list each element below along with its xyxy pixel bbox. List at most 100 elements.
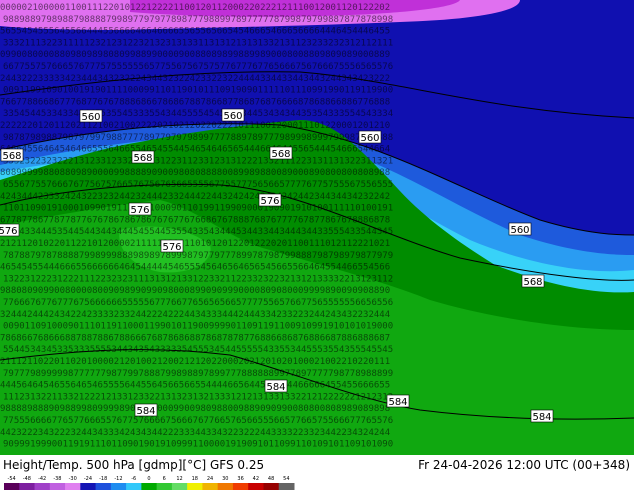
colorbar-tick: -54 <box>8 476 16 483</box>
colorbar-swatch <box>126 483 142 490</box>
contour-label: 576 <box>129 203 151 216</box>
grid-value-row: 7755566667765776665576775766667566676776… <box>3 416 393 426</box>
grid-value-row: 2121120102201122101200002111110212110101… <box>0 239 390 249</box>
temperature-colorbar <box>0 483 300 490</box>
colorbar-swatch <box>4 483 20 490</box>
colorbar-tick: -48 <box>23 476 31 483</box>
contour-label-text: 584 <box>388 397 407 408</box>
contour-label: 560 <box>359 131 381 144</box>
grid-value-row: 5544534345335333555534434354333335455534… <box>3 345 393 355</box>
colorbar-swatch <box>187 483 203 490</box>
grid-value-row: 2111211022011020100002120100212002121202… <box>0 357 390 367</box>
grid-value-row: 9878798988798797997988777789779797989977… <box>3 133 393 143</box>
contour-label: 568 <box>270 147 292 160</box>
colorbar-tick: -18 <box>99 476 107 483</box>
grid-value-texture: 0000021000001100111220101221222211001201… <box>0 3 393 450</box>
colorbar-swatch <box>157 483 173 490</box>
contour-label: 568 <box>522 275 544 288</box>
grid-value-row: 9880809099008000080090989909909800089909… <box>0 286 390 296</box>
grid-value-row: 7766676776777675666666555556777667765656… <box>3 298 393 308</box>
grid-value-row: 6556775576667677567576657675676566555567… <box>3 180 393 190</box>
grid-value-row: 0990080000880980989808099889900009008808… <box>0 50 390 60</box>
colorbar-tick: 42 <box>253 476 259 483</box>
contour-label-text: 584 <box>532 412 551 423</box>
grid-value-row: 3354544533433444455355453335543445555454… <box>3 109 393 119</box>
grid-value-row: 0000021000001100111220101221222211001201… <box>0 3 390 13</box>
grid-value-row: 2222220120112021121002100222202102120220… <box>0 121 390 131</box>
colorbar-swatch <box>19 483 35 490</box>
contour-label: 584 <box>387 395 409 408</box>
colorbar-swatch <box>279 483 295 490</box>
grid-value-row: 4445646454655646546555564455645665665544… <box>0 381 390 391</box>
grid-value-row: 5655454555645566444556666466466665565565… <box>0 27 390 37</box>
contour-label-text: 584 <box>136 406 155 417</box>
contour-label: 560 <box>80 110 102 123</box>
colorbar-tick: 30 <box>222 476 228 483</box>
contour-label-text: 560 <box>510 225 529 236</box>
contour-label-text: 560 <box>360 133 379 144</box>
contour-label-text: 576 <box>130 205 149 216</box>
grid-value-row: 4654545544466655666666464544444546555456… <box>0 263 390 273</box>
contour-label-text: 568 <box>133 153 152 164</box>
grid-value-row: 3244424442434224233332332442224222443433… <box>0 310 390 320</box>
grid-value-row: 7868667686668878878867886667687868688786… <box>0 333 390 343</box>
colorbar-swatch <box>65 483 81 490</box>
grid-value-row: 7977798999998777777987799788879989889789… <box>3 369 393 379</box>
valid-time: Fr 24-04-2026 12:00 UTC (00+348) <box>418 458 630 472</box>
contour-label-text: 568 <box>2 151 21 162</box>
grid-value-row: 3444334445354454434434445455445355433543… <box>3 227 393 237</box>
temperature-map: 0000021000001100111220101221222211001201… <box>0 0 634 455</box>
contour-label: 568 <box>1 149 23 162</box>
contour-label: 560 <box>222 109 244 122</box>
colorbar-tick: 18 <box>192 476 198 483</box>
colorbar-swatch <box>96 483 112 490</box>
grid-value-row: 0091199109010019190111100099110119010111… <box>3 86 393 96</box>
grid-value-row: 3332111322311111232123122321323131331131… <box>3 38 393 48</box>
contour-label-text: 584 <box>266 382 285 393</box>
colorbar-swatch <box>111 483 127 490</box>
contour-label: 568 <box>132 151 154 164</box>
contour-label-text: 560 <box>223 111 242 122</box>
contour-label-text: 576 <box>260 196 279 207</box>
grid-value-row: 1322312223122211122323231113131213312233… <box>3 274 393 284</box>
colorbar-swatch <box>263 483 279 490</box>
grid-value-row: 9888898889098899809999890809900099009809… <box>0 404 390 414</box>
colorbar-swatch <box>218 483 234 490</box>
colorbar-tick: -38 <box>53 476 61 483</box>
contour-label-text: 560 <box>81 112 100 123</box>
contour-label-text: 568 <box>271 149 290 160</box>
colorbar-tick: 48 <box>268 476 274 483</box>
product-title: Height/Temp. 500 hPa [gdmp][°C] GFS 0.25 <box>3 458 264 472</box>
contour-label: 584 <box>531 410 553 423</box>
grid-value-row: 6466455646454646655564665546545544546546… <box>0 145 390 155</box>
colorbar-swatch <box>35 483 51 490</box>
contour-label: 560 <box>509 223 531 236</box>
contour-label: 576 <box>259 194 281 207</box>
grid-value-row: 6677557576665767775755555565775567567575… <box>3 62 393 72</box>
contour-label: 576 <box>0 224 19 237</box>
colorbar-tick: 36 <box>237 476 243 483</box>
colorbar-swatch <box>202 483 218 490</box>
colorbar-swatch <box>80 483 96 490</box>
grid-value-row: 4243444233324243223232442324442332444224… <box>0 192 390 202</box>
contour-label: 584 <box>135 404 157 417</box>
grid-value-row: 1101109019100010990191119901000901101991… <box>3 204 393 214</box>
contour-label-text: 576 <box>162 242 181 253</box>
colorbar-tick: 0 <box>147 476 150 483</box>
grid-value-row: 9889889798988798888799897797977898777988… <box>3 15 393 25</box>
colorbar-tick: -12 <box>114 476 122 483</box>
contour-label: 584 <box>265 380 287 393</box>
colorbar-swatch <box>233 483 249 490</box>
grid-value-row: 7667788668677768776767888686678686788786… <box>0 97 390 107</box>
colorbar-tick: 12 <box>176 476 182 483</box>
contour-label: 576 <box>161 240 183 253</box>
grid-value-row: 8089999988088098900009988889090098080888… <box>0 168 390 178</box>
colorbar-swatch <box>172 483 188 490</box>
colorbar-tick: -30 <box>69 476 77 483</box>
colorbar-tick: -6 <box>131 476 136 483</box>
colorbar-tick: -24 <box>84 476 92 483</box>
grid-value-row: 2443222333334234443432322243443232242332… <box>0 74 390 84</box>
grid-value-row: 6778778677877877676786786786767677676686… <box>0 215 390 225</box>
grid-value-row: 1112313221133212221213312332213132313213… <box>3 392 393 402</box>
colorbar-tick: -42 <box>38 476 46 483</box>
